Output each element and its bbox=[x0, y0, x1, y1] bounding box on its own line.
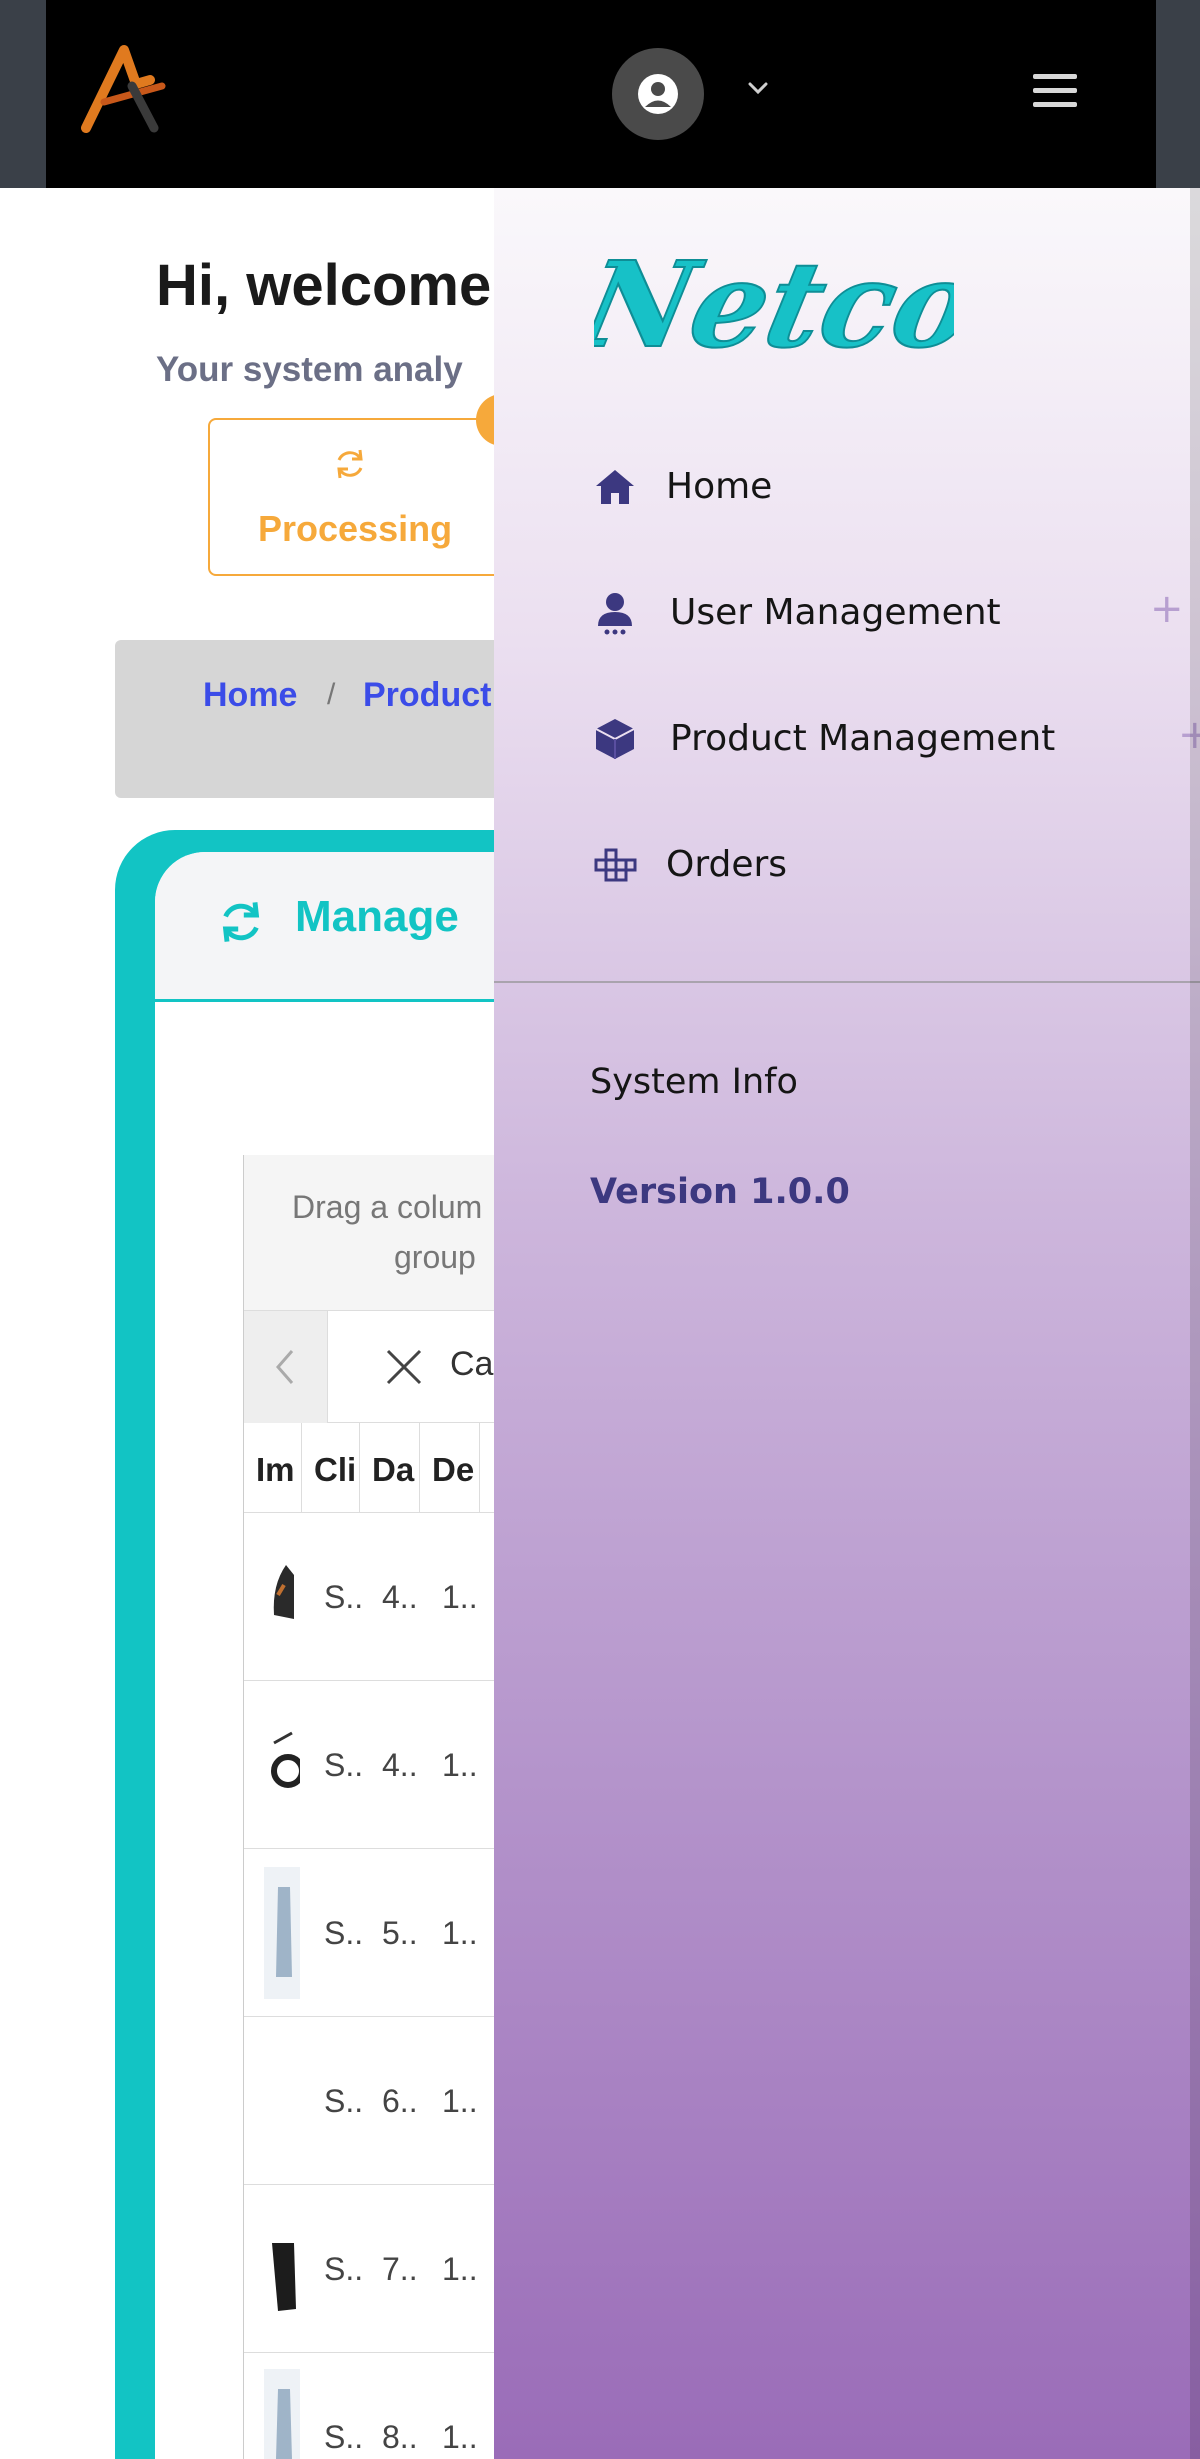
top-bar bbox=[46, 0, 1156, 188]
sidebar-item-label: Orders bbox=[666, 844, 788, 885]
cell-client: S.. bbox=[324, 1915, 364, 1951]
sync-icon bbox=[337, 449, 363, 479]
user-icon bbox=[598, 593, 632, 635]
product-thumbnail bbox=[264, 1867, 300, 1999]
chevron-down-icon[interactable] bbox=[744, 76, 772, 100]
user-avatar-button[interactable] bbox=[612, 48, 704, 140]
brand-wordmark: Netcode bbox=[594, 236, 954, 374]
sidebar-drawer: Netcode Home User Management + Product M… bbox=[494, 188, 1200, 2459]
sidebar-item-home[interactable]: Home bbox=[592, 452, 1172, 522]
cell-client: S.. bbox=[324, 2251, 364, 2287]
column-header-image[interactable]: Im bbox=[244, 1423, 302, 1513]
window-frame-right bbox=[1156, 0, 1200, 188]
breadcrumb-separator: / bbox=[327, 678, 336, 711]
home-icon bbox=[596, 470, 634, 504]
sidebar-item-user-management[interactable]: User Management + bbox=[592, 578, 1184, 648]
cube-icon bbox=[595, 719, 635, 759]
cell-description: 1.. bbox=[442, 2083, 478, 2119]
sidebar-item-label: User Management bbox=[670, 592, 1001, 633]
cell-description: 1.. bbox=[442, 1915, 478, 1951]
hamburger-menu-icon[interactable] bbox=[1031, 72, 1079, 110]
group-hint-line2: group bbox=[394, 1239, 476, 1275]
product-thumbnail bbox=[273, 1565, 294, 1619]
column-header-description[interactable]: De bbox=[420, 1423, 480, 1513]
column-header-client[interactable]: Cli bbox=[302, 1423, 360, 1513]
user-circle-icon bbox=[638, 74, 678, 114]
drawer-edge-shadow bbox=[1190, 188, 1200, 2459]
card-title: Manage bbox=[295, 892, 459, 941]
grid-icon bbox=[594, 848, 637, 882]
chevron-left-icon bbox=[276, 1350, 294, 1384]
sidebar-item-product-management[interactable]: Product Management + bbox=[592, 704, 1200, 774]
expand-plus-icon[interactable]: + bbox=[1150, 586, 1184, 632]
cancel-label: Ca bbox=[450, 1345, 494, 1383]
cell-date: 7.. bbox=[382, 2251, 418, 2287]
cell-client: S.. bbox=[324, 1747, 364, 1783]
cell-date: 4.. bbox=[382, 1747, 418, 1783]
sync-icon bbox=[222, 902, 260, 942]
window-frame-left bbox=[0, 0, 46, 188]
breadcrumb-current-link[interactable]: Product bbox=[363, 676, 491, 715]
cell-date: 6.. bbox=[382, 2083, 418, 2119]
status-label: Processing bbox=[258, 508, 453, 549]
sidebar-item-label: Product Management bbox=[670, 718, 1056, 759]
cell-client: S.. bbox=[324, 2083, 364, 2119]
welcome-title: Hi, welcome bbox=[156, 253, 492, 318]
cell-date: 4.. bbox=[382, 1579, 418, 1615]
cell-client: S.. bbox=[324, 1579, 364, 1615]
cell-date: 5.. bbox=[382, 1915, 418, 1951]
welcome-subtitle: Your system analy bbox=[156, 350, 463, 389]
version-label: Version 1.0.0 bbox=[590, 1172, 850, 1212]
scroll-left-button[interactable] bbox=[244, 1311, 328, 1423]
system-info-label: System Info bbox=[590, 1062, 798, 1102]
sidebar-divider bbox=[494, 981, 1200, 983]
column-header-date[interactable]: Da bbox=[360, 1423, 420, 1513]
close-icon bbox=[386, 1349, 422, 1385]
stylized-a-logo-icon[interactable] bbox=[76, 40, 176, 140]
cell-description: 1.. bbox=[442, 2251, 478, 2287]
cell-date: 8.. bbox=[382, 2419, 418, 2455]
product-thumbnail bbox=[272, 2243, 296, 2311]
processing-status-card[interactable]: Processing bbox=[208, 418, 528, 576]
product-thumbnail bbox=[264, 2369, 300, 2459]
cell-description: 1.. bbox=[442, 2419, 478, 2455]
cell-client: S.. bbox=[324, 2419, 364, 2455]
sidebar-item-label: Home bbox=[666, 466, 773, 507]
cell-description: 1.. bbox=[442, 1579, 478, 1615]
sidebar-item-orders[interactable]: Orders bbox=[592, 830, 1172, 900]
breadcrumb-home-link[interactable]: Home bbox=[203, 676, 297, 715]
product-thumbnail bbox=[271, 1731, 300, 1788]
cell-description: 1.. bbox=[442, 1747, 478, 1783]
group-hint-line1: Drag a colum bbox=[292, 1189, 483, 1225]
brand-logo[interactable]: Netcode bbox=[594, 228, 954, 378]
